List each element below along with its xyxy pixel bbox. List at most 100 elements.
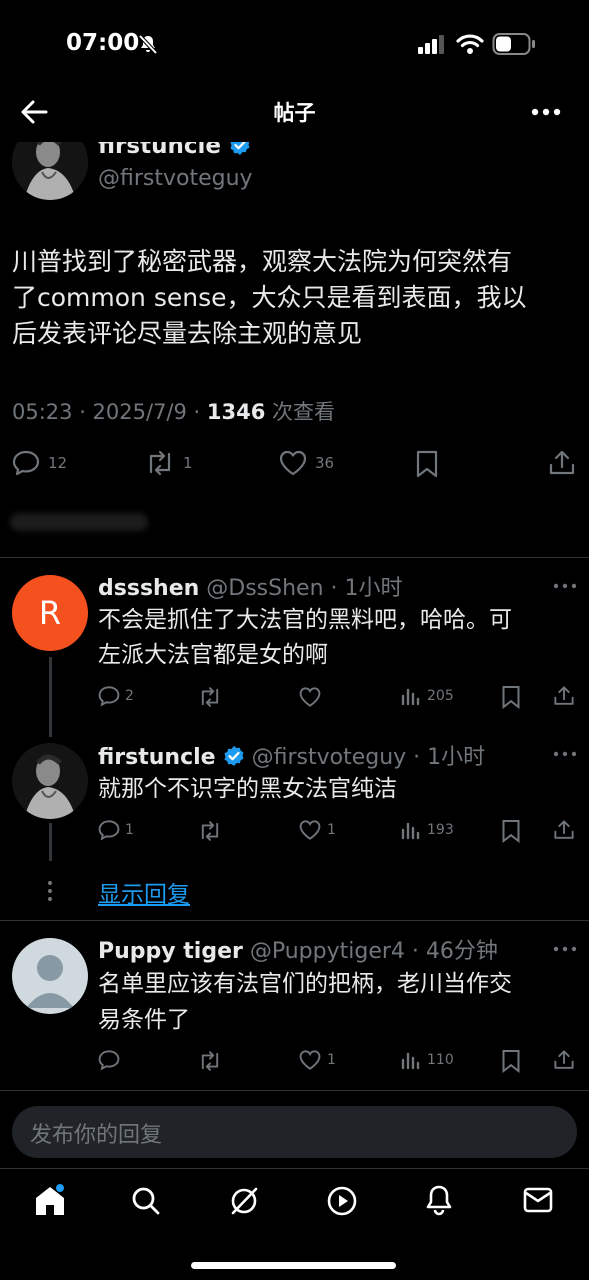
more-options-icon[interactable]: [553, 583, 577, 589]
reply-text-line: 易条件了: [98, 1007, 190, 1033]
post-text-line: 后发表评论尽量去除主观的意见: [12, 319, 363, 348]
battery-icon: [492, 33, 535, 55]
share-icon[interactable]: [553, 685, 575, 707]
status-bar: 07:00: [0, 0, 589, 88]
bookmark-icon[interactable]: [501, 1049, 521, 1073]
views-button[interactable]: 110: [401, 1050, 454, 1070]
verified-badge-icon: [230, 142, 250, 155]
messages-envelope-icon[interactable]: [523, 1187, 553, 1213]
repost-button[interactable]: 1: [145, 450, 193, 476]
grok-icon[interactable]: [228, 1185, 260, 1217]
video-play-icon[interactable]: [326, 1185, 358, 1217]
more-options-icon[interactable]: [553, 946, 577, 952]
home-icon[interactable]: [33, 1184, 67, 1218]
page-title: 帖子: [273, 101, 316, 125]
notifications-bell-icon[interactable]: [424, 1184, 454, 1216]
thread-line: [49, 657, 52, 737]
post-text-line: 了common sense，大众只是看到表面，我以: [12, 283, 527, 312]
profile-photo-icon: [12, 142, 88, 200]
show-replies-link[interactable]: 显示回复: [98, 875, 190, 909]
bookmark-icon[interactable]: [501, 685, 521, 709]
thread-dots-icon: [48, 881, 52, 901]
post-time: 05:23 · 2025/7/9 ·: [12, 400, 207, 424]
post-timestamp: 05:23 · 2025/7/9 · 1346 次查看: [12, 396, 335, 426]
reply-text-line: 名单里应该有法官们的把柄，老川当作交: [98, 971, 512, 997]
reply-icon: [12, 450, 40, 476]
like-count: 1: [327, 822, 336, 838]
like-count: 36: [315, 454, 335, 472]
analytics-icon: [401, 1052, 420, 1070]
avatar[interactable]: [12, 938, 88, 1014]
heart-icon: [299, 1050, 321, 1070]
reply-icon[interactable]: [98, 1049, 120, 1071]
author-name[interactable]: dssshen: [98, 576, 199, 601]
reply-input-placeholder: 发布你的回复: [30, 1123, 163, 1148]
reply-text: 名单里应该有法官们的把柄，老川当作交 易条件了: [98, 966, 512, 1038]
bookmark-icon[interactable]: [501, 819, 521, 843]
divider: [0, 1090, 589, 1091]
analytics-icon: [401, 688, 420, 706]
status-time: 07:00: [66, 30, 140, 56]
view-count: 193: [427, 822, 454, 838]
bookmark-icon[interactable]: [415, 450, 439, 478]
repost-icon: [149, 450, 171, 476]
verified-badge-icon: [224, 746, 244, 766]
avatar[interactable]: [12, 743, 88, 819]
more-options-icon[interactable]: [531, 107, 561, 117]
divider: [0, 557, 589, 558]
more-options-icon[interactable]: [553, 751, 577, 757]
author-handle[interactable]: @firstvoteguy: [98, 166, 253, 191]
author-name[interactable]: firstuncle: [98, 745, 216, 770]
reply-icon: [98, 820, 120, 841]
reply-header: Puppy tiger @Puppytiger4 · 46分钟: [98, 933, 498, 965]
author-meta: @Puppytiger4 · 46分钟: [249, 939, 498, 964]
share-icon[interactable]: [548, 449, 576, 477]
view-count: 1346: [206, 400, 266, 424]
reply-count: 12: [48, 454, 68, 472]
author-name-text: firstuncle: [98, 142, 221, 159]
view-label: 次查看: [265, 400, 336, 424]
repost-icon[interactable]: [198, 820, 222, 842]
post-text: 川普找到了秘密武器，观察大法院为何突然有 了common sense，大众只是看…: [12, 244, 527, 352]
author-name[interactable]: Puppy tiger: [98, 939, 243, 964]
repost-icon[interactable]: [198, 686, 222, 708]
avatar[interactable]: R: [12, 575, 88, 651]
analytics-icon: [401, 822, 420, 840]
views-button[interactable]: 205: [401, 686, 454, 706]
avatar[interactable]: [12, 142, 88, 200]
views-button[interactable]: 193: [401, 820, 454, 840]
main-post-header: firstuncle @firstvoteguy: [0, 142, 589, 212]
reply-count: 1: [125, 822, 134, 838]
repost-icon[interactable]: [198, 1050, 222, 1072]
share-icon[interactable]: [553, 819, 575, 841]
view-count: 110: [427, 1052, 454, 1068]
heart-icon[interactable]: [299, 686, 321, 708]
home-indicator: [191, 1262, 396, 1269]
reply-button[interactable]: 12: [12, 450, 67, 476]
like-button[interactable]: 36: [279, 450, 334, 476]
thread-line: [49, 823, 52, 861]
share-icon[interactable]: [553, 1049, 575, 1071]
default-avatar-icon: [26, 955, 74, 1008]
reply-text-line: 左派大法官都是女的啊: [98, 642, 328, 668]
profile-photo-icon: [12, 743, 88, 819]
reply-header: firstuncle @firstvoteguy · 1小时: [98, 739, 485, 771]
like-count: 1: [327, 1052, 336, 1068]
author-meta: @DssShen · 1小时: [206, 576, 403, 601]
blurred-content: [10, 513, 148, 531]
reply-header: dssshen @DssShen · 1小时: [98, 570, 403, 602]
author-name[interactable]: firstuncle: [98, 142, 251, 159]
like-button[interactable]: 1: [299, 1049, 336, 1071]
wifi-icon: [456, 34, 484, 54]
heart-icon: [299, 820, 321, 840]
like-button[interactable]: 1: [299, 819, 336, 841]
reply-text: 就那个不识字的黑女法官纯洁: [98, 772, 397, 807]
reply-icon: [98, 686, 120, 707]
divider: [0, 920, 589, 921]
reply-button[interactable]: 1: [98, 819, 134, 841]
post-text-line: 川普找到了秘密武器，观察大法院为何突然有: [12, 247, 513, 276]
reply-text-line: 就那个不识字的黑女法官纯洁: [98, 776, 397, 802]
search-icon[interactable]: [131, 1186, 161, 1216]
reply-button[interactable]: 2: [98, 685, 134, 707]
reply-text: 不会是抓住了大法官的黑料吧，哈哈。可 左派大法官都是女的啊: [98, 603, 512, 673]
